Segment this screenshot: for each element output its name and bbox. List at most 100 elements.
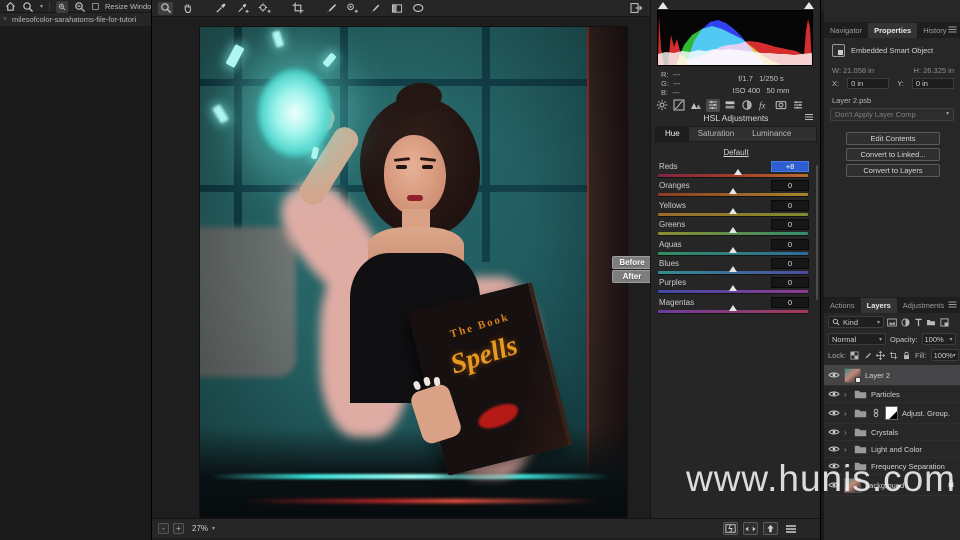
filter-adjustment-layers-icon[interactable] bbox=[900, 317, 910, 327]
zoom-in-icon[interactable] bbox=[56, 0, 69, 13]
expand-chevron-icon[interactable]: › bbox=[844, 390, 850, 399]
spot-removal-icon[interactable] bbox=[323, 2, 338, 15]
fill-dropdown[interactable]: 100% ▾ bbox=[930, 349, 959, 361]
before-button[interactable]: Before bbox=[612, 256, 652, 269]
layer-row-crystals[interactable]: › Crystals bbox=[824, 424, 960, 441]
white-balance-eyedropper-icon[interactable] bbox=[213, 2, 228, 15]
filter-type-layers-icon[interactable] bbox=[913, 317, 923, 327]
graduated-filter-icon[interactable] bbox=[389, 2, 404, 15]
zoom-level-caret-icon[interactable]: ▾ bbox=[212, 525, 215, 532]
tone-curve-panel-icon[interactable] bbox=[672, 99, 686, 112]
layer-row-light-and-color[interactable]: › Light and Color bbox=[824, 441, 960, 458]
slider-value-input[interactable]: 0 bbox=[771, 296, 809, 308]
slider-thumb[interactable] bbox=[729, 285, 737, 292]
photo-preview[interactable]: The Book Spells bbox=[200, 27, 627, 517]
visibility-eye-icon[interactable] bbox=[828, 443, 840, 455]
filter-smart-objects-icon[interactable] bbox=[939, 317, 949, 327]
convert-to-layers-button[interactable]: Convert to Layers bbox=[846, 164, 940, 177]
zoom-level[interactable]: 27% bbox=[192, 524, 208, 533]
default-link[interactable]: Default bbox=[651, 148, 821, 157]
acr-hand-tool-icon[interactable] bbox=[180, 2, 195, 15]
crop-tool-icon[interactable] bbox=[290, 2, 305, 15]
slider-thumb[interactable] bbox=[729, 227, 737, 234]
slider-track[interactable] bbox=[658, 246, 808, 255]
slider-track[interactable] bbox=[658, 188, 808, 197]
blend-mode-dropdown[interactable]: Normal ▾ bbox=[828, 333, 886, 345]
layer-name[interactable]: Layer 2 bbox=[865, 371, 890, 380]
tab-adjustments[interactable]: Adjustments bbox=[897, 298, 950, 313]
slider-track[interactable] bbox=[658, 227, 808, 236]
filter-pixel-layers-icon[interactable] bbox=[887, 317, 897, 327]
radial-filter-icon[interactable] bbox=[411, 2, 426, 15]
slider-track[interactable] bbox=[658, 169, 808, 177]
visibility-eye-icon[interactable] bbox=[828, 407, 840, 419]
layer-name[interactable]: Light and Color bbox=[871, 445, 922, 454]
zoom-out-icon[interactable] bbox=[74, 1, 86, 13]
lock-position-icon[interactable] bbox=[875, 350, 885, 360]
slider-thumb[interactable] bbox=[729, 207, 737, 214]
histogram[interactable] bbox=[657, 10, 813, 66]
layer-row-layer-2[interactable]: Layer 2 bbox=[824, 365, 960, 386]
copy-settings-icon[interactable] bbox=[763, 522, 778, 535]
swap-before-after-icon[interactable] bbox=[743, 522, 758, 535]
tab-layers[interactable]: Layers bbox=[860, 298, 897, 313]
shadow-clipping-icon[interactable] bbox=[658, 2, 668, 9]
highlight-clipping-icon[interactable] bbox=[804, 2, 814, 9]
tab-saturation[interactable]: Saturation bbox=[689, 127, 743, 141]
lock-all-icon[interactable] bbox=[902, 350, 911, 360]
slider-track[interactable] bbox=[658, 265, 808, 274]
tab-actions[interactable]: Actions bbox=[824, 298, 861, 313]
presets-panel-icon[interactable] bbox=[791, 99, 805, 112]
slider-thumb[interactable] bbox=[733, 169, 742, 175]
tab-navigator[interactable]: Navigator bbox=[824, 23, 868, 38]
visibility-eye-icon[interactable] bbox=[828, 369, 840, 381]
tab-close-icon[interactable]: × bbox=[3, 13, 7, 26]
lens-corrections-panel-icon[interactable] bbox=[740, 99, 754, 112]
lock-artboard-icon[interactable] bbox=[889, 350, 898, 360]
color-sampler-icon[interactable] bbox=[235, 2, 250, 15]
expand-chevron-icon[interactable]: › bbox=[844, 428, 850, 437]
scrollbar[interactable] bbox=[816, 165, 818, 300]
document-tab[interactable]: × milesofcolor-sarahatoms-file-for-tutor… bbox=[0, 13, 152, 26]
layer-row-particles[interactable]: › Particles bbox=[824, 386, 960, 403]
split-toning-panel-icon[interactable] bbox=[723, 99, 737, 112]
zoom-out-button[interactable]: - bbox=[158, 523, 169, 534]
slider-track[interactable] bbox=[658, 304, 808, 313]
filter-shape-layers-icon[interactable] bbox=[926, 317, 936, 327]
before-after-view-icon[interactable] bbox=[723, 522, 738, 535]
adjustment-brush-icon[interactable] bbox=[367, 2, 382, 15]
layers-panel-menu-icon[interactable] bbox=[948, 301, 957, 308]
after-button[interactable]: After bbox=[612, 270, 652, 283]
hsl-panel-icon[interactable] bbox=[706, 98, 720, 112]
slider-value-input[interactable]: 0 bbox=[771, 277, 809, 289]
effects-panel-icon[interactable]: fx bbox=[757, 99, 771, 112]
layer-name[interactable]: Particles bbox=[871, 390, 900, 399]
hsl-panel-menu-icon[interactable] bbox=[804, 113, 814, 121]
tab-luminance[interactable]: Luminance bbox=[743, 127, 800, 141]
slider-thumb[interactable] bbox=[729, 265, 737, 272]
edit-contents-button[interactable]: Edit Contents bbox=[846, 132, 940, 145]
visibility-eye-icon[interactable] bbox=[828, 388, 840, 400]
slider-value-input[interactable]: 0 bbox=[771, 199, 809, 211]
convert-to-linked-button[interactable]: Convert to Linked... bbox=[846, 148, 940, 161]
filter-kind-dropdown[interactable]: Kind ▾ bbox=[828, 316, 884, 328]
expand-chevron-icon[interactable]: › bbox=[844, 409, 850, 418]
slider-thumb[interactable] bbox=[729, 188, 737, 195]
tab-properties[interactable]: Properties bbox=[868, 23, 918, 38]
tab-hue[interactable]: Hue bbox=[656, 127, 689, 141]
home-icon[interactable] bbox=[4, 1, 16, 13]
x-field[interactable]: 0 in bbox=[847, 78, 890, 89]
lock-transparency-icon[interactable] bbox=[850, 350, 859, 360]
slider-track[interactable] bbox=[658, 285, 808, 294]
slider-thumb[interactable] bbox=[729, 246, 737, 253]
zoom-tool-icon[interactable] bbox=[22, 1, 34, 13]
slider-thumb[interactable] bbox=[729, 304, 737, 311]
slider-track[interactable] bbox=[658, 207, 808, 216]
opacity-dropdown[interactable]: 100% ▾ bbox=[921, 333, 956, 345]
layer-mask-thumbnail[interactable] bbox=[885, 406, 898, 420]
slider-value-input[interactable]: 0 bbox=[771, 219, 809, 231]
layer-thumbnail[interactable] bbox=[844, 367, 861, 383]
zoom-tool-caret-icon[interactable]: ▾ bbox=[40, 3, 43, 10]
detail-panel-icon[interactable] bbox=[689, 99, 703, 112]
visibility-eye-icon[interactable] bbox=[828, 426, 840, 438]
